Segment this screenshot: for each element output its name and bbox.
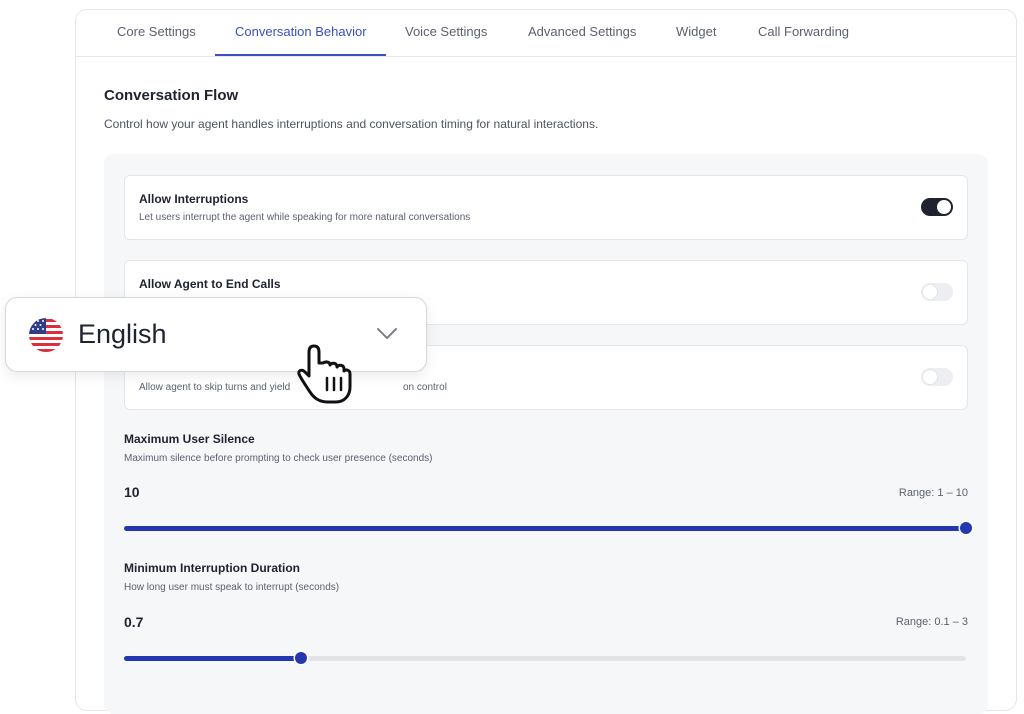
section-title: Conversation Flow <box>104 87 239 104</box>
settings-panel: Allow Interruptions Let users interrupt … <box>104 154 988 714</box>
chevron-down-icon <box>377 328 397 339</box>
slider-range: Range: 1 – 10 <box>898 487 968 499</box>
toggle-knob <box>923 370 937 384</box>
slider-range: Range: 0.1 – 3 <box>895 616 968 628</box>
setting-description: Let users interrupt the agent while spea… <box>139 212 471 223</box>
language-label: English <box>78 319 167 349</box>
skip-turns-toggle[interactable] <box>921 368 953 386</box>
slider-description: Maximum silence before prompting to chec… <box>124 453 433 464</box>
setting-allow-interruptions: Allow Interruptions Let users interrupt … <box>124 175 968 240</box>
setting-description-tail: on control <box>403 382 447 393</box>
slider-description: How long user must speak to interrupt (s… <box>124 582 340 593</box>
tab-call-forwarding[interactable]: Call Forwarding <box>758 10 849 56</box>
max-user-silence-slider[interactable] <box>124 522 972 534</box>
slider-value: 0.7 <box>124 614 144 630</box>
slider-thumb[interactable] <box>294 652 307 664</box>
slider-fill <box>124 656 301 661</box>
us-flag-icon <box>29 318 63 352</box>
tab-advanced-settings[interactable]: Advanced Settings <box>528 10 636 56</box>
toggle-knob <box>923 285 937 299</box>
tab-bar: Core Settings Conversation Behavior Voic… <box>76 10 1016 57</box>
tab-core-settings[interactable]: Core Settings <box>117 10 196 56</box>
slider-label-max-user-silence: Maximum User Silence <box>124 432 255 446</box>
setting-title: Allow Interruptions <box>139 192 249 206</box>
setting-title: Allow Agent to End Calls <box>139 277 281 291</box>
setting-description: Allow agent to skip turns and yield <box>139 382 291 393</box>
slider-label-min-interruption-duration: Minimum Interruption Duration <box>124 561 300 575</box>
language-dropdown[interactable]: English <box>5 297 427 372</box>
slider-value: 10 <box>124 484 140 500</box>
tab-conversation-behavior[interactable]: Conversation Behavior <box>235 10 367 56</box>
min-interruption-duration-slider[interactable] <box>124 652 966 664</box>
hand-pointer-cursor-icon <box>297 344 352 404</box>
tab-voice-settings[interactable]: Voice Settings <box>405 10 487 56</box>
active-tab-indicator <box>215 54 386 56</box>
section-description: Control how your agent handles interrupt… <box>104 117 599 131</box>
slider-thumb[interactable] <box>960 522 972 534</box>
toggle-knob <box>937 200 951 214</box>
allow-interruptions-toggle[interactable] <box>921 198 953 216</box>
slider-fill <box>124 526 966 531</box>
tab-widget[interactable]: Widget <box>676 10 716 56</box>
allow-agent-end-calls-toggle[interactable] <box>921 283 953 301</box>
